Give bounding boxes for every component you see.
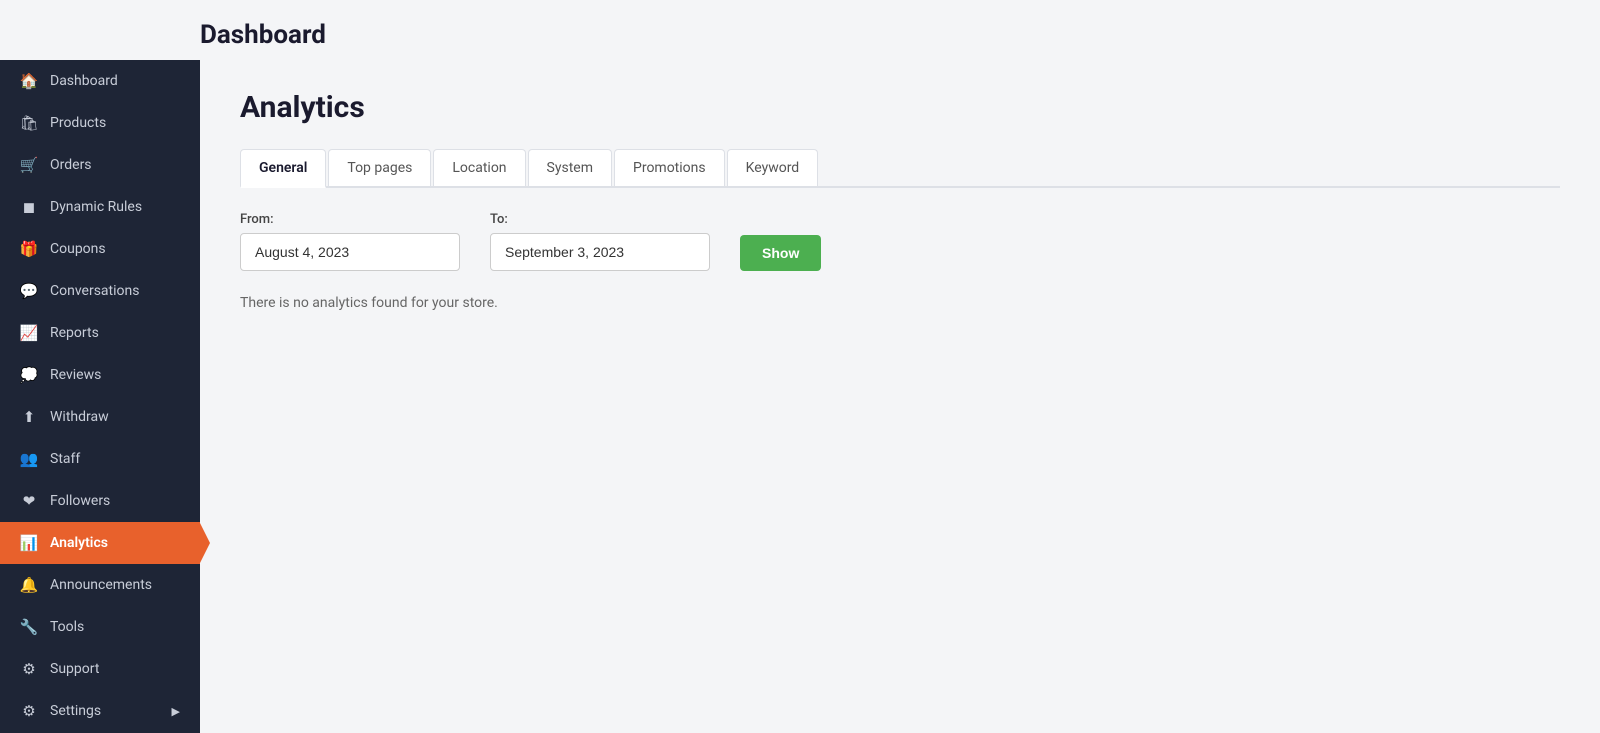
sidebar-item-settings[interactable]: ⚙ Settings ▶ [0,690,200,732]
page-header-title: Dashboard [200,20,1570,50]
sidebar-item-followers[interactable]: ❤ Followers [0,480,200,522]
sidebar-item-label-coupons: Coupons [50,241,106,257]
sidebar-item-conversations[interactable]: 💬 Conversations [0,270,200,312]
announcements-icon: 🔔 [20,576,38,594]
sidebar-item-label-support: Support [50,661,99,677]
support-icon: ⚙ [20,660,38,678]
sidebar-item-announcements[interactable]: 🔔 Announcements [0,564,200,606]
dynamic-rules-icon: ◼ [20,198,38,216]
sidebar-item-label-dashboard: Dashboard [50,73,118,89]
to-input[interactable] [490,233,710,271]
tab-system[interactable]: System [528,149,612,186]
sidebar-item-label-conversations: Conversations [50,283,139,299]
sidebar-item-label-reviews: Reviews [50,367,101,383]
settings-arrow-icon: ▶ [172,705,180,718]
staff-icon: 👥 [20,450,38,468]
sidebar-item-products[interactable]: 🛍 Products [0,102,200,144]
sidebar-item-dashboard[interactable]: 🏠 Dashboard [0,60,200,102]
sidebar-item-label-staff: Staff [50,451,80,467]
conversations-icon: 💬 [20,282,38,300]
tab-bar: GeneralTop pagesLocationSystemPromotions… [240,149,1560,188]
from-group: From: [240,212,460,271]
sidebar-item-dynamic-rules[interactable]: ◼ Dynamic Rules [0,186,200,228]
reports-icon: 📈 [20,324,38,342]
sidebar-item-reports[interactable]: 📈 Reports [0,312,200,354]
sidebar-item-staff[interactable]: 👥 Staff [0,438,200,480]
followers-icon: ❤ [20,492,38,510]
sidebar-item-support[interactable]: ⚙ Support [0,648,200,690]
main-content: Analytics GeneralTop pagesLocationSystem… [200,60,1600,733]
sidebar-item-reviews[interactable]: 💭 Reviews [0,354,200,396]
sidebar-item-label-settings: Settings [50,703,101,719]
tab-location[interactable]: Location [433,149,525,186]
dashboard-icon: 🏠 [20,72,38,90]
sidebar-item-label-withdraw: Withdraw [50,409,109,425]
no-data-message: There is no analytics found for your sto… [240,295,1560,311]
sidebar-item-label-dynamic-rules: Dynamic Rules [50,199,142,215]
orders-icon: 🛒 [20,156,38,174]
sidebar-item-label-tools: Tools [50,619,84,635]
show-button[interactable]: Show [740,235,821,271]
sidebar-item-analytics[interactable]: 📊 Analytics [0,522,200,564]
sidebar-item-label-announcements: Announcements [50,577,152,593]
from-label: From: [240,212,460,227]
tab-general[interactable]: General [240,149,326,188]
sidebar-item-label-analytics: Analytics [50,535,108,551]
sidebar-item-label-orders: Orders [50,157,92,173]
filter-section: From: To: Show [240,212,1560,271]
tab-top-pages[interactable]: Top pages [328,149,431,186]
reviews-icon: 💭 [20,366,38,384]
to-label: To: [490,212,710,227]
analytics-icon: 📊 [20,534,38,552]
sidebar-item-tools[interactable]: 🔧 Tools [0,606,200,648]
sidebar-item-label-followers: Followers [50,493,110,509]
sidebar-item-label-reports: Reports [50,325,99,341]
sidebar-item-withdraw[interactable]: ⬆ Withdraw [0,396,200,438]
page-title: Analytics [240,90,1560,125]
sidebar-item-orders[interactable]: 🛒 Orders [0,144,200,186]
tools-icon: 🔧 [20,618,38,636]
coupons-icon: 🎁 [20,240,38,258]
tab-promotions[interactable]: Promotions [614,149,725,186]
to-group: To: [490,212,710,271]
sidebar: 🏠 Dashboard 🛍 Products 🛒 Orders ◼ Dynamic Rules… [0,60,200,733]
sidebar-item-label-products: Products [50,115,106,131]
settings-icon: ⚙ [20,702,38,720]
sidebar-item-coupons[interactable]: 🎁 Coupons [0,228,200,270]
withdraw-icon: ⬆ [20,408,38,426]
products-icon: 🛍 [20,114,38,132]
tab-keyword[interactable]: Keyword [727,149,819,186]
from-input[interactable] [240,233,460,271]
